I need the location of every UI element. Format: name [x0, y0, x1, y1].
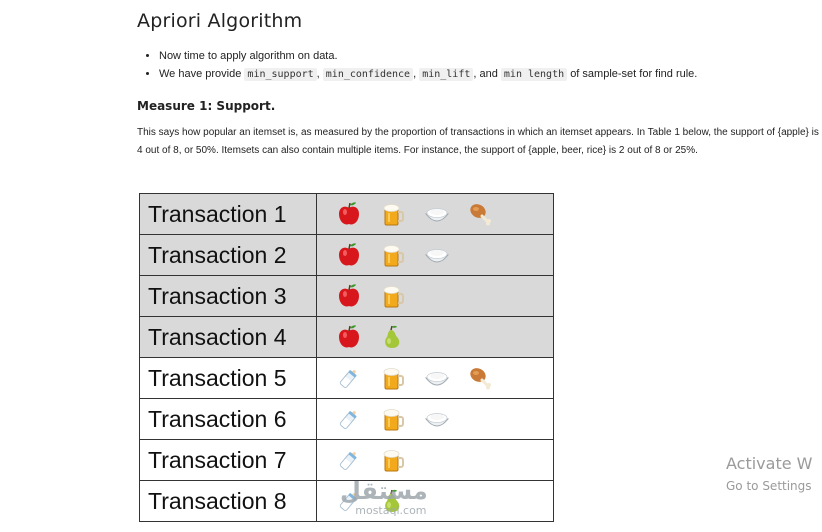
transaction-label: Transaction 1 — [139, 193, 317, 235]
transaction-label: Transaction 5 — [139, 357, 317, 399]
table-row: Transaction 6 — [139, 398, 554, 440]
table-row: Transaction 1 — [139, 193, 554, 235]
chicken-icon — [467, 200, 495, 228]
activate-title: Activate W — [726, 454, 813, 473]
code-min-support: min_support — [244, 68, 317, 81]
rice-icon — [423, 405, 451, 433]
beer-icon — [379, 405, 407, 433]
rice-icon — [423, 364, 451, 392]
watermark-url: mostaql.com — [355, 504, 427, 517]
transaction-items — [316, 357, 554, 399]
list-item: We have provide min_support, min_confide… — [159, 65, 697, 83]
apple-icon — [335, 241, 363, 269]
transaction-items — [316, 439, 554, 481]
transaction-items — [316, 316, 554, 358]
milk-icon — [335, 364, 363, 392]
pear-icon — [379, 323, 407, 351]
bullet-text: Now time to apply algorithm on data. — [159, 50, 338, 62]
transaction-items — [316, 398, 554, 440]
milk-icon — [335, 446, 363, 474]
measure-heading: Measure 1: Support. — [137, 99, 276, 113]
table-row: Transaction 3 — [139, 275, 554, 317]
site-watermark: مستقل mostaql.com — [340, 478, 428, 517]
support-description: This says how popular an itemset is, as … — [137, 127, 819, 156]
intro-list: Now time to apply algorithm on data. We … — [137, 47, 697, 83]
transaction-label: Transaction 3 — [139, 275, 317, 317]
code-min-confidence: min_confidence — [322, 68, 414, 81]
milk-icon — [335, 405, 363, 433]
activate-subtitle: Go to Settings — [726, 479, 812, 493]
page-title: Apriori Algorithm — [137, 10, 303, 32]
transaction-items — [316, 234, 554, 276]
watermark-arabic: مستقل — [340, 477, 428, 505]
table-row: Transaction 5 — [139, 357, 554, 399]
list-item: Now time to apply algorithm on data. — [159, 47, 697, 65]
rice-icon — [423, 200, 451, 228]
beer-icon — [379, 364, 407, 392]
transaction-label: Transaction 7 — [139, 439, 317, 481]
beer-icon — [379, 200, 407, 228]
rice-icon — [423, 241, 451, 269]
table-row: Transaction 4 — [139, 316, 554, 358]
transaction-label: Transaction 6 — [139, 398, 317, 440]
transaction-label: Transaction 2 — [139, 234, 317, 276]
transaction-items — [316, 193, 554, 235]
apple-icon — [335, 282, 363, 310]
beer-icon — [379, 282, 407, 310]
separator: , and — [473, 68, 498, 80]
separator: , — [413, 68, 417, 80]
separator: , — [316, 68, 320, 80]
beer-icon — [379, 446, 407, 474]
beer-icon — [379, 241, 407, 269]
bullet-text: We have provide — [159, 68, 242, 80]
code-min-length: min length — [500, 68, 568, 81]
transaction-label: Transaction 8 — [139, 480, 317, 522]
apple-icon — [335, 323, 363, 351]
transaction-items — [316, 275, 554, 317]
code-min-lift: min_lift — [419, 68, 474, 81]
activate-windows-watermark: Activate W Go to Settings — [726, 454, 812, 493]
table-row: Transaction 7 — [139, 439, 554, 481]
transactions-table: Transaction 1 Transaction 2 Transaction 3T… — [139, 193, 554, 522]
apple-icon — [335, 200, 363, 228]
transaction-label: Transaction 4 — [139, 316, 317, 358]
table-row: Transaction 2 — [139, 234, 554, 276]
bullet-text: of sample-set for find rule. — [570, 68, 698, 80]
chicken-icon — [467, 364, 495, 392]
